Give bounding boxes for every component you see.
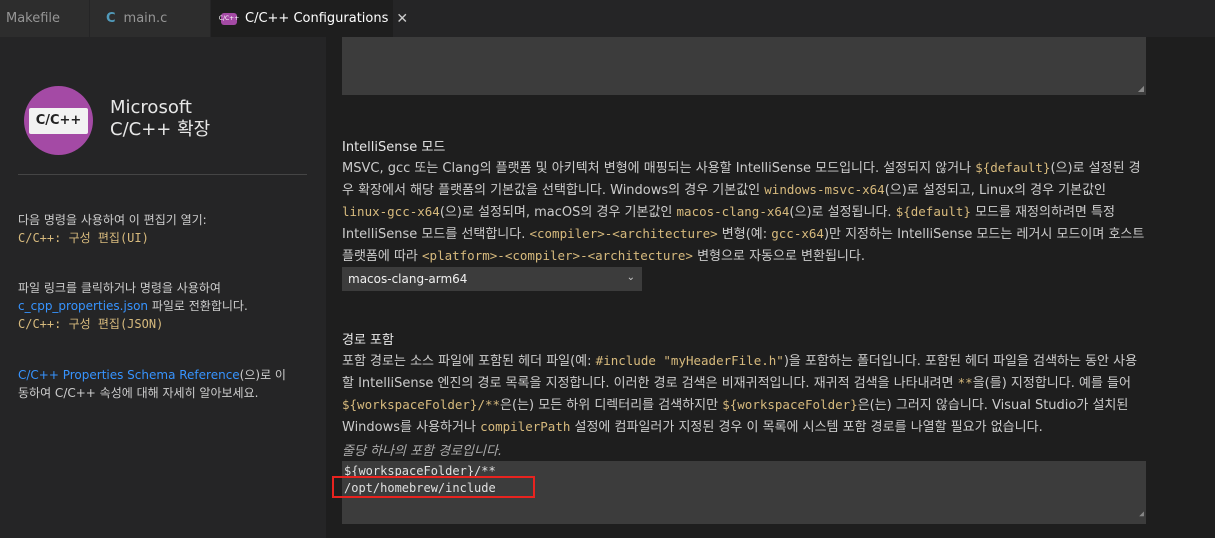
tab-makefile[interactable]: Makefile	[0, 0, 90, 37]
edit-json-command[interactable]: C/C++: 구성 편집(JSON)	[18, 315, 308, 333]
desc-text: (으)로 설정되고, Linux의 경우 기본값인	[884, 183, 1107, 198]
tab-label: C/C++ Configurations	[245, 11, 389, 26]
code-linux-gcc: linux-gcc-x64	[342, 204, 440, 219]
select-value: macos-clang-arm64	[348, 272, 468, 286]
code-macos-clang: macos-clang-x64	[676, 204, 790, 219]
code-workspace-recursive: ${workspaceFolder}/**	[342, 397, 501, 412]
schema-reference-link[interactable]: C/C++ Properties Schema Reference	[18, 368, 240, 382]
close-icon[interactable]: ✕	[396, 11, 408, 27]
divider	[18, 174, 307, 175]
sidebar: C/C++ Microsoft C/C++ 확장 다음 명령을 사용하여 이 편…	[0, 37, 326, 538]
brand-line2: C/C++ 확장	[110, 119, 211, 140]
intellisense-mode-select[interactable]: macos-clang-arm64 ⌄	[342, 267, 642, 291]
desc-text: 을(를) 지정합니다. 예를 들어	[972, 376, 1131, 391]
desc-text: MSVC, gcc 또는 Clang의 플랫폼 및 아키텍처 변형에 매핑되는 …	[342, 161, 976, 176]
tab-label: Makefile	[6, 11, 61, 26]
intellisense-mode-description: MSVC, gcc 또는 Clang의 플랫폼 및 아키텍처 변형에 매핑되는 …	[342, 157, 1147, 267]
desc-text: 포함 경로는 소스 파일에 포함된 헤더 파일(예:	[342, 354, 596, 369]
logo-text: C/C++	[29, 107, 88, 134]
desc-text: 은(는) 모든 하위 디렉터리를 검색하지만	[500, 398, 723, 413]
highlight-annotation	[332, 476, 535, 498]
schema-line2: 동하여 C/C++ 속성에 대해 자세히 알아보세요.	[18, 386, 259, 400]
switch-json-line2: c_cpp_properties.json 파일로 전환합니다.	[18, 297, 308, 315]
open-ui-info: 다음 명령을 사용하여 이 편집기 열기: C/C++: 구성 편집(UI)	[18, 211, 308, 247]
code-compiler-arch: <compiler>-<architecture>	[529, 226, 718, 241]
code-windows-msvc: windows-msvc-x64	[764, 182, 885, 197]
tab-label: main.c	[123, 11, 168, 26]
chevron-down-icon: ⌄	[626, 272, 635, 283]
code-compiler-path: compilerPath	[480, 419, 571, 434]
desc-text: 설정에 컴파일러가 지정된 경우 이 목록에 시스템 포함 경로를 나열할 필요…	[570, 420, 1043, 435]
tab-main-c[interactable]: C main.c	[90, 0, 211, 37]
code-workspace-folder: ${workspaceFolder}	[722, 397, 858, 412]
desc-text: 변형(예:	[717, 227, 772, 242]
properties-json-link[interactable]: c_cpp_properties.json	[18, 299, 148, 313]
c-file-icon: C	[106, 11, 116, 26]
schema-line1: C/C++ Properties Schema Reference(으)로 이	[18, 366, 308, 384]
code-default: ${default}	[895, 204, 971, 219]
schema-tail: (으)로 이	[239, 368, 286, 382]
cpp-logo-icon: C/C++	[24, 86, 93, 155]
schema-reference-info: C/C++ Properties Schema Reference(으)로 이 …	[18, 366, 308, 402]
code-platform-compiler-arch: <platform>-<compiler>-<architecture>	[422, 248, 693, 263]
code-gcc-x64: gcc-x64	[771, 226, 824, 241]
previous-setting-textarea[interactable]: ◢	[342, 37, 1146, 95]
include-path-title: 경로 포함	[342, 333, 394, 348]
tab-cpp-configurations[interactable]: C/C++ C/C++ Configurations ✕	[211, 0, 408, 37]
settings-panel: ◢ IntelliSense 모드 MSVC, gcc 또는 Clang의 플랫…	[326, 37, 1215, 538]
resize-handle-icon[interactable]: ◢	[1138, 84, 1144, 93]
switch-json-line1: 파일 링크를 클릭하거나 명령을 사용하여	[18, 281, 221, 295]
switch-json-info: 파일 링크를 클릭하거나 명령을 사용하여 c_cpp_properties.j…	[18, 279, 308, 333]
desc-text: (으)로 설정되며, macOS의 경우 기본값인	[439, 205, 677, 220]
cpp-config-icon: C/C++	[219, 12, 239, 25]
code-include-example: #include "myHeaderFile.h"	[595, 353, 784, 368]
resize-handle-icon[interactable]: ◢	[1139, 505, 1144, 522]
code-default: ${default}	[975, 160, 1051, 175]
extension-title: Microsoft C/C++ 확장	[110, 97, 210, 141]
code-double-star: **	[957, 375, 973, 390]
open-ui-text: 다음 명령을 사용하여 이 편집기 열기:	[18, 213, 207, 227]
intellisense-mode-title: IntelliSense 모드	[342, 140, 446, 155]
tab-bar: Makefile C main.c C/C++ C/C++ Configurat…	[0, 0, 1215, 37]
include-path-description: 포함 경로는 소스 파일에 포함된 헤더 파일(예: #include "myH…	[342, 350, 1147, 438]
include-path-hint: 줄당 하나의 포함 경로입니다.	[342, 444, 503, 459]
desc-text: (으)로 설정됩니다.	[789, 205, 896, 220]
switch-json-tail: 파일로 전환합니다.	[148, 299, 248, 313]
edit-ui-command[interactable]: C/C++: 구성 편집(UI)	[18, 229, 308, 247]
brand-line1: Microsoft	[110, 97, 192, 118]
desc-text: 변형으로 자동으로 변환됩니다.	[692, 249, 865, 264]
